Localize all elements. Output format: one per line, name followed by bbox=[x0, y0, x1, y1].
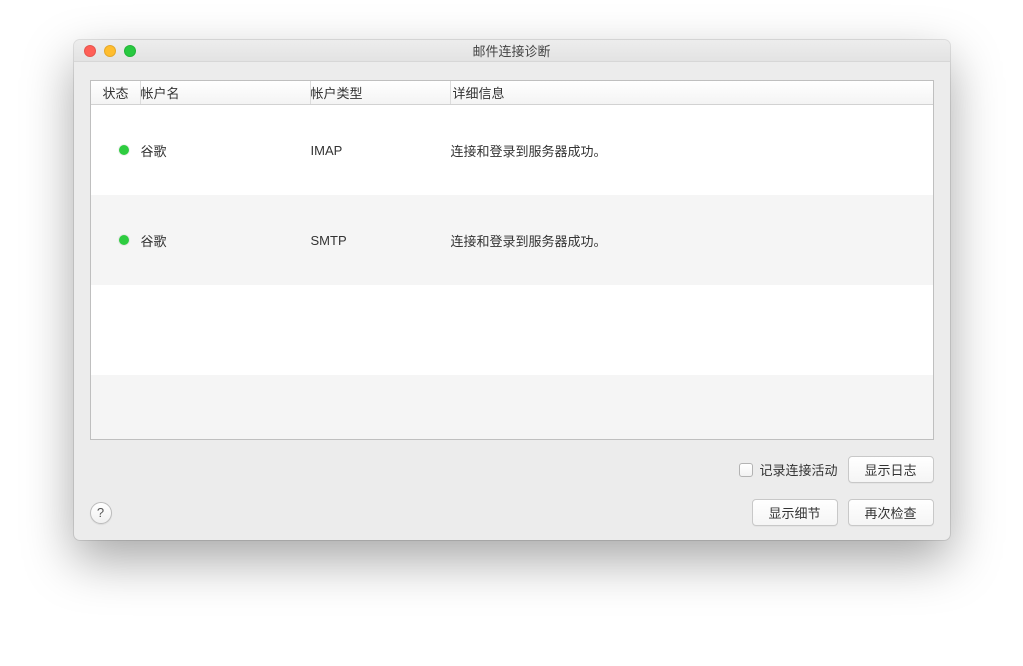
status-indicator-icon bbox=[119, 235, 129, 245]
header-type[interactable]: 帐户类型 bbox=[311, 81, 451, 104]
connection-table: 状态 帐户名 帐户类型 详细信息 谷歌 IMAP 连接和登录到服务器成功。 bbox=[90, 80, 934, 440]
account-cell: 谷歌 bbox=[141, 231, 311, 250]
zoom-window-button[interactable] bbox=[124, 45, 136, 57]
table-header: 状态 帐户名 帐户类型 详细信息 bbox=[91, 81, 933, 105]
table-row-empty bbox=[91, 285, 933, 375]
help-button[interactable]: ? bbox=[90, 502, 112, 524]
details-cell: 连接和登录到服务器成功。 bbox=[451, 141, 933, 160]
close-window-button[interactable] bbox=[84, 45, 96, 57]
table-row[interactable]: 谷歌 SMTP 连接和登录到服务器成功。 bbox=[91, 195, 933, 285]
footer-row-log: 记录连接活动 显示日志 bbox=[90, 456, 934, 483]
mail-diagnostics-window: 邮件连接诊断 状态 帐户名 帐户类型 详细信息 谷歌 IMAP 连接和登录到服务… bbox=[74, 40, 950, 540]
table-row-empty bbox=[91, 375, 933, 439]
action-buttons: 显示细节 再次检查 bbox=[752, 499, 934, 526]
log-activity-toggle[interactable]: 记录连接活动 bbox=[739, 460, 837, 479]
type-cell: IMAP bbox=[311, 143, 451, 158]
window-title: 邮件连接诊断 bbox=[74, 41, 950, 60]
footer: 记录连接活动 显示日志 ? 显示细节 再次检查 bbox=[90, 456, 934, 526]
titlebar: 邮件连接诊断 bbox=[74, 40, 950, 62]
traffic-lights bbox=[74, 45, 136, 57]
check-again-button[interactable]: 再次检查 bbox=[848, 499, 934, 526]
checkbox-icon[interactable] bbox=[739, 463, 753, 477]
type-cell: SMTP bbox=[311, 233, 451, 248]
minimize-window-button[interactable] bbox=[104, 45, 116, 57]
account-cell: 谷歌 bbox=[141, 141, 311, 160]
show-log-button[interactable]: 显示日志 bbox=[848, 456, 934, 483]
header-status[interactable]: 状态 bbox=[91, 81, 141, 104]
table-body: 谷歌 IMAP 连接和登录到服务器成功。 谷歌 SMTP 连接和登录到服务器成功… bbox=[91, 105, 933, 439]
status-indicator-icon bbox=[119, 145, 129, 155]
help-icon: ? bbox=[97, 505, 104, 520]
status-cell bbox=[91, 235, 141, 245]
show-details-button[interactable]: 显示细节 bbox=[752, 499, 838, 526]
log-activity-label: 记录连接活动 bbox=[759, 460, 837, 479]
footer-row-actions: ? 显示细节 再次检查 bbox=[90, 499, 934, 526]
content-area: 状态 帐户名 帐户类型 详细信息 谷歌 IMAP 连接和登录到服务器成功。 bbox=[74, 62, 950, 540]
table-row[interactable]: 谷歌 IMAP 连接和登录到服务器成功。 bbox=[91, 105, 933, 195]
header-account[interactable]: 帐户名 bbox=[141, 81, 311, 104]
header-details[interactable]: 详细信息 bbox=[451, 83, 933, 102]
status-cell bbox=[91, 145, 141, 155]
details-cell: 连接和登录到服务器成功。 bbox=[451, 231, 933, 250]
